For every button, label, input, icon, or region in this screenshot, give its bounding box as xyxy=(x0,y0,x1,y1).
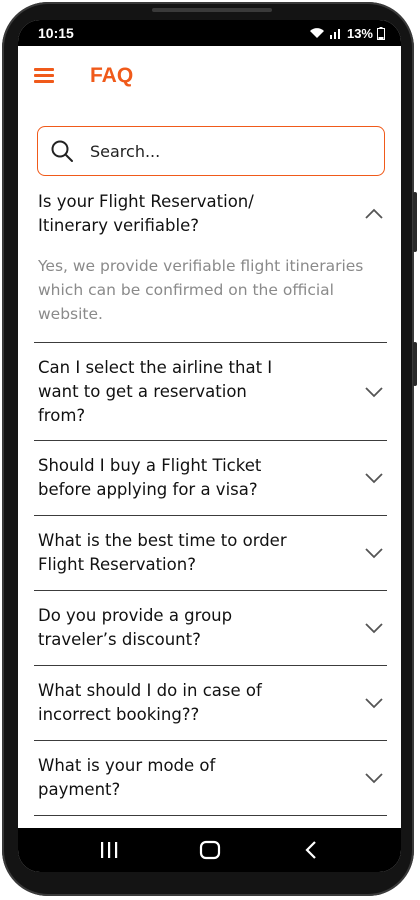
back-icon xyxy=(304,841,316,859)
faq-question: What is your mode of payment? xyxy=(38,756,216,799)
faq-item: What is the best time to order Flight Re… xyxy=(34,516,387,591)
signal-icon xyxy=(329,29,340,39)
recents-icon xyxy=(100,842,117,858)
status-bar: 10:15 13% xyxy=(18,20,401,46)
faq-question: What should I do in case of incorrect bo… xyxy=(38,681,262,724)
search-box[interactable] xyxy=(37,126,385,176)
chevron-down-icon[interactable] xyxy=(363,617,385,639)
back-button[interactable] xyxy=(291,830,331,870)
search-input[interactable] xyxy=(88,140,352,162)
faq-question: What is the best time to order Flight Re… xyxy=(38,531,287,574)
faq-question: Should I buy a Flight Ticket before appl… xyxy=(38,456,262,499)
chevron-down-icon[interactable] xyxy=(363,692,385,714)
faq-list: Is your Flight Reservation/ Itinerary ve… xyxy=(18,176,401,816)
faq-question: Can I select the airline that I want to … xyxy=(38,357,273,425)
battery-icon xyxy=(377,26,385,40)
chevron-up-icon[interactable] xyxy=(363,203,385,225)
status-icons: 13% xyxy=(309,26,385,41)
search-icon xyxy=(51,140,73,162)
chevron-down-icon[interactable] xyxy=(363,467,385,489)
wifi-icon xyxy=(309,28,324,38)
faq-question-row[interactable]: Is your Flight Reservation/ Itinerary ve… xyxy=(34,176,387,252)
faq-item: Can I select the airline that I want to … xyxy=(34,343,387,441)
power-button xyxy=(413,342,417,386)
phone-frame: 10:15 13% FAQ Search... Is your Flight R… xyxy=(2,2,417,896)
faq-answer: Yes, we provide verifiable flight itiner… xyxy=(38,257,364,323)
faq-item: Do you provide a group traveler’s discou… xyxy=(34,591,387,666)
faq-question-row[interactable]: Should I buy a Flight Ticket before appl… xyxy=(34,441,387,515)
chevron-down-icon[interactable] xyxy=(363,542,385,564)
chevron-down-icon[interactable] xyxy=(363,381,385,403)
status-time: 10:15 xyxy=(38,25,74,41)
faq-item: Should I buy a Flight Ticket before appl… xyxy=(34,441,387,516)
recents-button[interactable] xyxy=(89,830,129,870)
faq-question-row[interactable]: What should I do in case of incorrect bo… xyxy=(34,666,387,740)
faq-item: Is your Flight Reservation/ Itinerary ve… xyxy=(34,176,387,343)
search-container xyxy=(18,106,401,176)
faq-question-row[interactable]: Can I select the airline that I want to … xyxy=(34,343,387,440)
faq-item: What should I do in case of incorrect bo… xyxy=(34,666,387,741)
battery-percent: 13% xyxy=(346,25,373,41)
faq-question-row[interactable]: Do you provide a group traveler’s discou… xyxy=(34,591,387,665)
home-button[interactable] xyxy=(190,830,230,870)
page-title: FAQ xyxy=(90,64,134,87)
faq-question: Do you provide a group traveler’s discou… xyxy=(38,606,233,649)
faq-question-row[interactable]: What is your mode of payment? xyxy=(34,741,387,815)
system-nav-bar xyxy=(18,828,401,872)
chevron-down-icon[interactable] xyxy=(363,767,385,789)
faq-question-row[interactable]: What is the best time to order Flight Re… xyxy=(34,516,387,590)
screen: 10:15 13% FAQ Search... Is your Flight R… xyxy=(18,20,401,872)
home-icon xyxy=(199,840,220,860)
faq-question: Is your Flight Reservation/ Itinerary ve… xyxy=(38,192,254,235)
volume-button xyxy=(413,192,417,252)
app-bar: FAQ xyxy=(18,46,401,106)
hamburger-icon[interactable] xyxy=(34,68,56,84)
faq-item: What is your mode of payment? xyxy=(34,741,387,816)
speaker-grille xyxy=(152,8,272,12)
